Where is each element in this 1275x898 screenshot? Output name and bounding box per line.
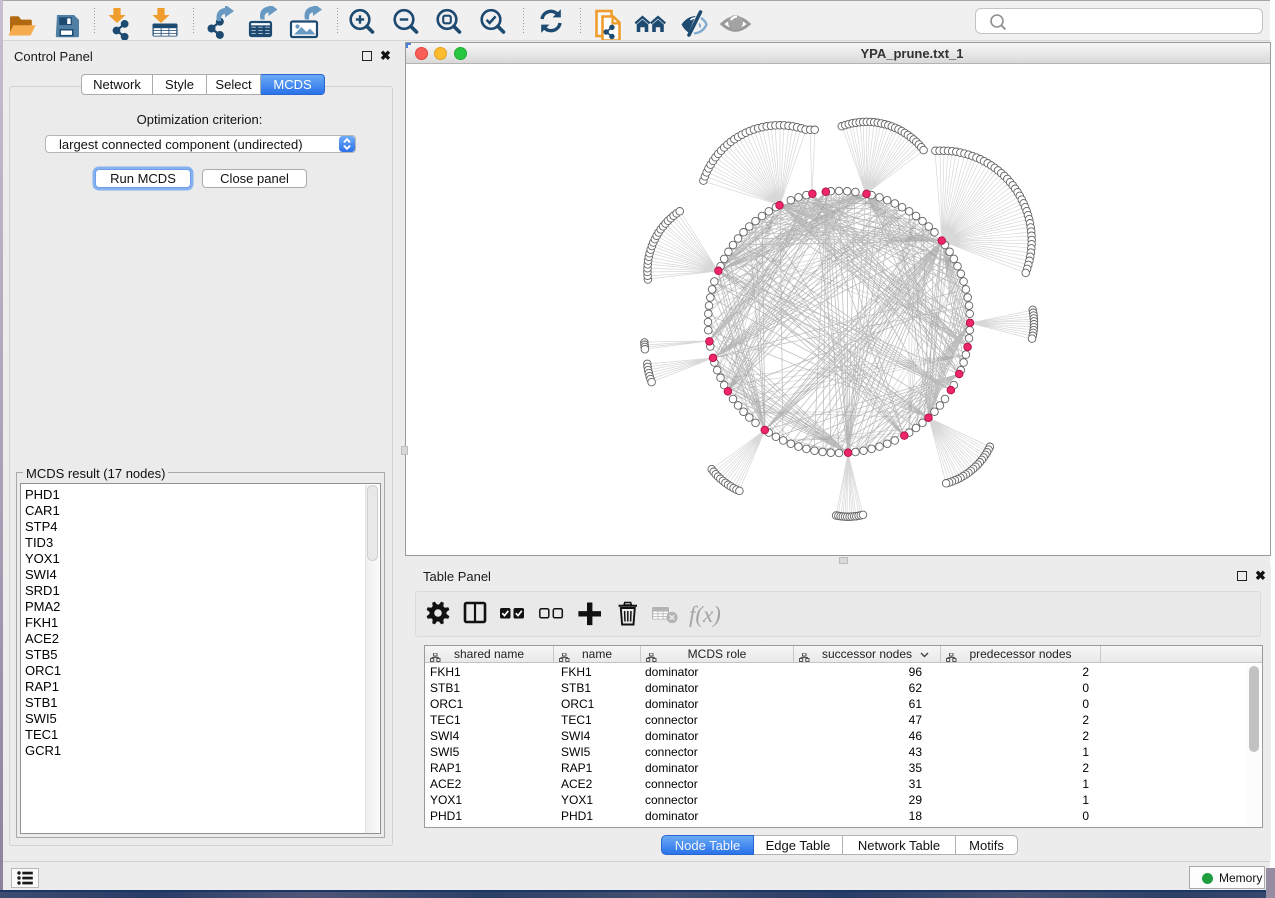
svg-text:f(x): f(x): [689, 602, 720, 627]
